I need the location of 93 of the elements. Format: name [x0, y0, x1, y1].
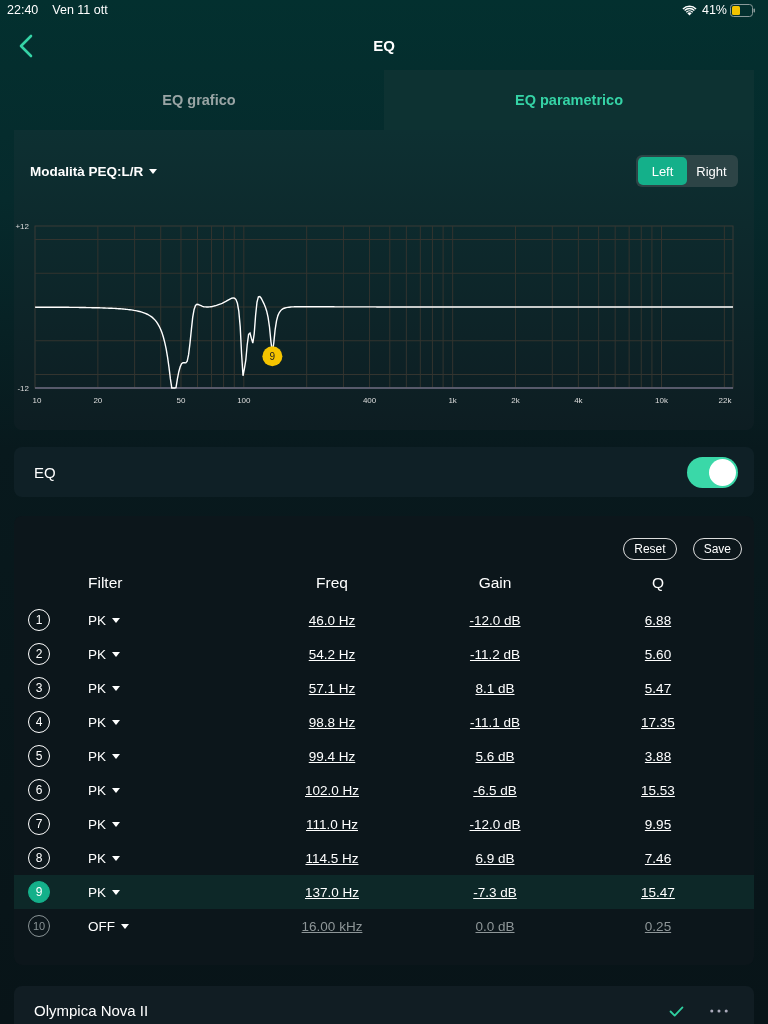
channel-button[interactable]: Right: [687, 157, 736, 185]
gain-value[interactable]: -11.1 dB: [469, 714, 520, 730]
filter-row[interactable]: 9 PK 137.0 Hz -7.3 dB 15.47: [14, 875, 754, 909]
gain-value[interactable]: 5.6 dB: [475, 748, 515, 764]
q-value[interactable]: 5.60: [644, 646, 672, 662]
gain-value[interactable]: -12.0 dB: [469, 612, 521, 628]
column-header: Filter: [88, 574, 123, 592]
filter-row[interactable]: 8 PK 114.5 Hz 6.9 dB 7.46: [14, 841, 754, 875]
gain-value[interactable]: 6.9 dB: [475, 850, 515, 866]
caret-icon: [112, 889, 120, 895]
caret-icon: [112, 685, 120, 691]
axis-label: 100: [237, 396, 251, 405]
freq-value[interactable]: 99.4 Hz: [308, 748, 356, 764]
caret-icon: [112, 719, 120, 725]
axis-label: 50: [176, 396, 186, 405]
column-header: Q: [650, 574, 666, 592]
eq-toggle[interactable]: [687, 456, 738, 488]
q-value[interactable]: 15.47: [641, 884, 675, 900]
caret-icon: [112, 753, 120, 759]
page-title: EQ: [373, 36, 395, 54]
status-date: Ven 11 ott: [52, 3, 108, 17]
filter-type-dropdown[interactable]: PK: [88, 782, 120, 798]
axis-label: 1k: [448, 396, 457, 405]
freq-value[interactable]: 98.8 Hz: [308, 714, 356, 730]
filter-row[interactable]: 6 PK 102.0 Hz -6.5 dB 15.53: [14, 773, 754, 807]
filter-type-dropdown[interactable]: PK: [88, 680, 120, 696]
freq-value[interactable]: 54.2 Hz: [308, 646, 356, 662]
filter-type-dropdown[interactable]: PK: [88, 816, 120, 832]
axis-label: -12: [17, 384, 29, 393]
filter-row[interactable]: 4 PK 98.8 Hz -11.1 dB 17.35: [14, 705, 754, 739]
axis-label: 4k: [574, 396, 583, 405]
device-name: Olympica Nova II: [34, 1002, 150, 1019]
q-value[interactable]: 6.88: [644, 612, 672, 628]
freq-value[interactable]: 114.5 Hz: [305, 850, 359, 866]
gain-value[interactable]: -12.0 dB: [469, 816, 521, 832]
freq-value[interactable]: 57.1 Hz: [308, 680, 356, 696]
q-value[interactable]: 7.46: [644, 850, 672, 866]
status-time: 22:40: [7, 3, 39, 17]
battery-percent: 41%: [701, 3, 727, 17]
more-icon[interactable]: [710, 1009, 728, 1013]
caret-icon: [112, 651, 120, 657]
filter-type-dropdown[interactable]: PK: [88, 646, 120, 662]
filter-row[interactable]: 1 PK 46.0 Hz -12.0 dB 6.88: [14, 603, 754, 637]
freq-value[interactable]: 137.0 Hz: [304, 884, 359, 900]
filter-type-dropdown[interactable]: PK: [88, 612, 120, 628]
axis-label: 400: [362, 396, 377, 405]
caret-icon: [121, 923, 129, 929]
column-header: Freq: [315, 574, 349, 592]
freq-value[interactable]: 46.0 Hz: [308, 612, 356, 628]
filter-type-dropdown[interactable]: PK: [88, 884, 120, 900]
gain-value[interactable]: 0.0 dB: [475, 918, 515, 934]
freq-value[interactable]: 102.0 Hz: [304, 782, 359, 798]
filter-type-dropdown[interactable]: PK: [88, 748, 120, 764]
column-header: Gain: [477, 574, 513, 592]
axis-label: +12: [15, 222, 29, 231]
filter-marker[interactable]: 9: [262, 346, 283, 367]
tab[interactable]: EQ grafico: [14, 70, 384, 130]
mode-dropdown[interactable]: Modalità PEQ:L/R: [30, 163, 158, 179]
battery-icon: [730, 3, 756, 17]
q-value[interactable]: 17.35: [641, 714, 675, 730]
gain-value[interactable]: -6.5 dB: [473, 782, 517, 798]
axis-label: 10: [32, 396, 42, 405]
axis-label: 10k: [655, 396, 668, 405]
caret-icon: [112, 855, 120, 861]
gain-value[interactable]: 8.1 dB: [475, 680, 515, 696]
axis-label: 20: [93, 396, 103, 405]
filter-row[interactable]: 7 PK 111.0 Hz -12.0 dB 9.95: [14, 807, 754, 841]
filter-row[interactable]: 10 OFF 16.00 kHz 0.0 dB 0.25: [14, 909, 754, 943]
filter-row[interactable]: 2 PK 54.2 Hz -11.2 dB 5.60: [14, 637, 754, 671]
back-icon[interactable]: [19, 34, 33, 58]
q-value[interactable]: 3.88: [644, 748, 672, 764]
gain-value[interactable]: -11.2 dB: [469, 646, 520, 662]
caret-icon: [112, 821, 120, 827]
q-value[interactable]: 15.53: [641, 782, 675, 798]
axis-label: 22k: [718, 396, 732, 405]
caret-icon: [149, 168, 158, 174]
q-value[interactable]: 0.25: [644, 918, 672, 934]
eq-label: EQ: [34, 463, 56, 481]
filter-type-dropdown[interactable]: PK: [88, 714, 120, 730]
filter-row[interactable]: 3 PK 57.1 Hz 8.1 dB 5.47: [14, 671, 754, 705]
filter-row[interactable]: 5 PK 99.4 Hz 5.6 dB 3.88: [14, 739, 754, 773]
gain-value[interactable]: -7.3 dB: [473, 884, 517, 900]
filter-type-dropdown[interactable]: PK: [88, 850, 120, 866]
freq-value[interactable]: 16.00 kHz: [301, 918, 363, 934]
freq-value[interactable]: 111.0 Hz: [306, 816, 358, 832]
filter-type-dropdown[interactable]: OFF: [88, 918, 129, 934]
wifi-icon: [681, 4, 697, 16]
caret-icon: [112, 617, 120, 623]
tab[interactable]: EQ parametrico: [384, 70, 754, 130]
caret-icon: [112, 787, 120, 793]
q-value[interactable]: 5.47: [644, 680, 672, 696]
axis-label: 2k: [511, 396, 520, 405]
q-value[interactable]: 9.95: [644, 816, 672, 832]
